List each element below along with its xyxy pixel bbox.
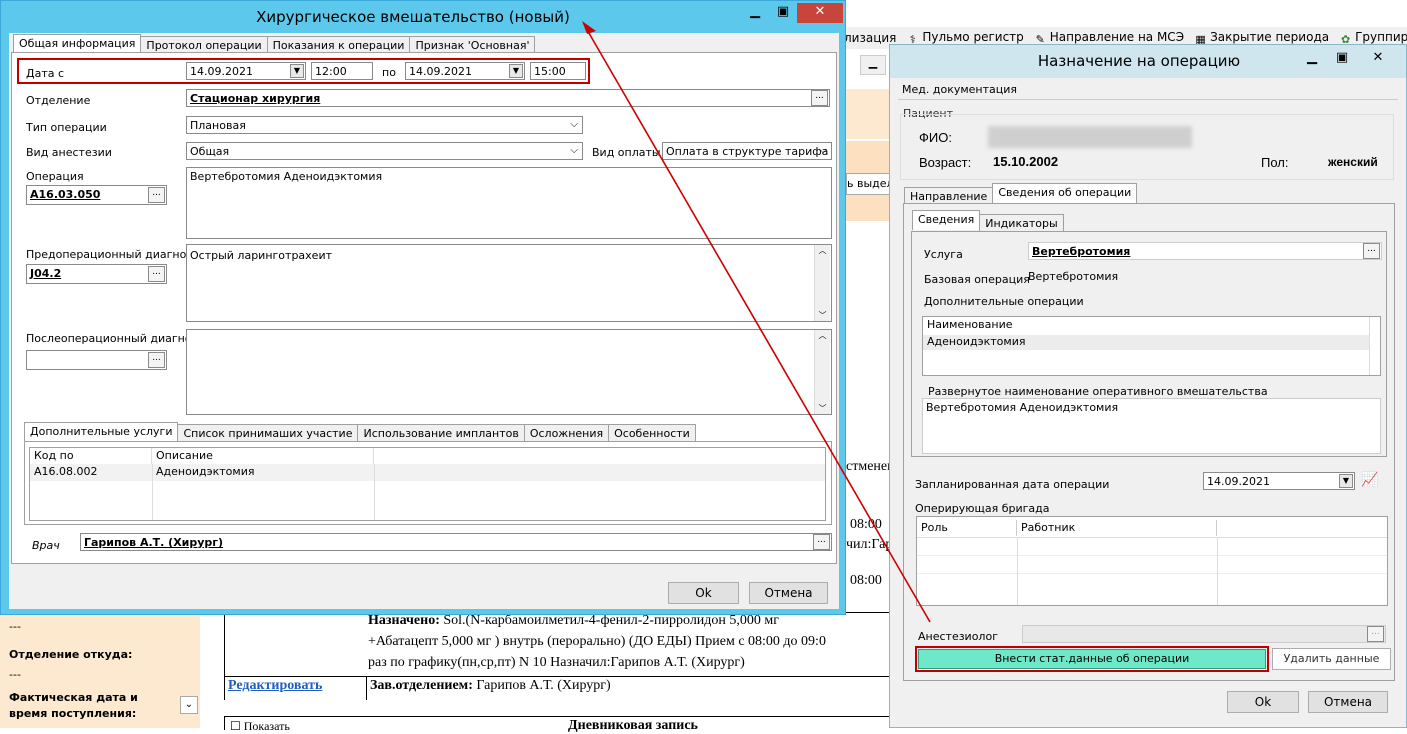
arrow-head [582, 21, 596, 34]
annotation-arrow [582, 21, 931, 623]
